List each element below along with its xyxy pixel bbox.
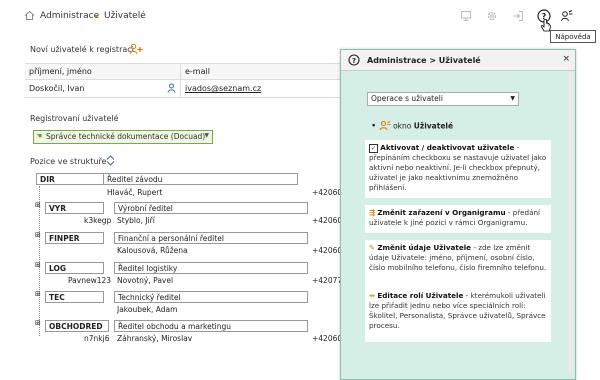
node-person: Novotný, Pavel xyxy=(117,276,174,285)
help-intro: • okno Uživatelé xyxy=(371,120,453,133)
node-position[interactable]: Výrobní ředitel xyxy=(114,202,308,214)
node-position[interactable]: Ředitel závodu xyxy=(104,173,298,185)
node-code[interactable]: FINPER xyxy=(45,232,104,244)
user-roles-icon xyxy=(379,120,391,133)
breadcrumb-current: Uživatelé xyxy=(104,11,146,21)
node-login: k3kegp xyxy=(84,216,112,225)
help-card-title: Aktivovat / deaktivovat uživatele xyxy=(380,143,515,152)
column-header-name: příjmení, jméno xyxy=(29,67,92,76)
table-row[interactable]: Doskočil, Ivan ivados@seznam.cz xyxy=(25,79,345,98)
edit-user-icon: ✎ xyxy=(369,243,376,252)
new-users-title: Noví uživatelé k registraci xyxy=(30,45,134,54)
node-phone: +42077 xyxy=(312,276,343,285)
node-position[interactable]: Technický ředitel xyxy=(114,291,308,303)
node-code[interactable]: TEC xyxy=(45,291,104,303)
node-person: Záhranský, Miroslav xyxy=(117,334,193,343)
chevron-down-icon: ▼ xyxy=(510,95,515,102)
node-person: Styblo, Jiří xyxy=(117,216,155,225)
node-position[interactable]: Ředitel logistiky xyxy=(114,262,308,274)
node-person: Kalousová, Růžena xyxy=(117,246,188,255)
help-card-organigram: ⇶ Změnit zařazení v Organigramu - předán… xyxy=(365,205,551,233)
help-card-title: Změnit údaje Uživatele xyxy=(377,243,472,252)
user-icon[interactable] xyxy=(167,83,176,95)
expand-icon[interactable]: ⊞ xyxy=(35,201,41,209)
monitor-icon[interactable] xyxy=(458,8,474,24)
expand-icon[interactable]: ⊞ xyxy=(35,290,41,298)
expand-icon[interactable]: ⊞ xyxy=(35,261,41,269)
column-header-email: e-mail xyxy=(185,67,210,76)
node-person: Jakoubek, Adam xyxy=(117,305,178,314)
expand-icon[interactable]: ⊞ xyxy=(35,231,41,239)
node-code[interactable]: DIR xyxy=(36,173,104,185)
user-roles-icon[interactable] xyxy=(559,8,575,24)
registered-users-title: Registrovaní uživatelé xyxy=(30,114,119,123)
help-card-edit-user: ✎ Změnit údaje Uživatele - zde lze změni… xyxy=(365,240,551,288)
help-intro-bold: Uživatelé xyxy=(413,121,454,131)
node-code[interactable]: VYR xyxy=(45,202,104,214)
chevron-down-icon: ▼ xyxy=(204,132,209,139)
checkbox-icon: ✓ xyxy=(369,143,378,153)
help-card-title: Změnit zařazení v Organigramu xyxy=(377,208,506,217)
structure-title: Pozice ve struktuře xyxy=(30,157,107,166)
node-code[interactable]: LOG xyxy=(45,262,104,274)
question-icon: ? xyxy=(348,54,360,68)
help-card-activate: ✓ Aktivovat / deaktivovat uživatele - př… xyxy=(365,140,551,198)
top-bar: Administrace ▸ Uživatelé ? xyxy=(0,0,600,32)
node-login: n7nkj6 xyxy=(84,334,110,343)
gear-icon[interactable] xyxy=(484,8,500,24)
help-card-roles: ⇴ Editace rolí Uživatele - kterémukoli u… xyxy=(365,288,551,342)
node-position[interactable]: Ředitel obchodu a marketingu xyxy=(114,320,308,332)
node-login: Pavnew123 xyxy=(68,276,112,285)
help-panel: ? Administrace > Uživatelé × Operace s u… xyxy=(340,49,576,380)
hand-drag-icon: ☚ xyxy=(36,132,43,140)
operations-select-value: Operace s uživateli xyxy=(371,94,443,103)
help-header: ? Administrace > Uživatelé × xyxy=(341,50,575,71)
home-icon[interactable] xyxy=(24,10,35,21)
help-card-title: Editace rolí Uživatele xyxy=(377,291,464,300)
svg-text:?: ? xyxy=(352,57,356,65)
column-divider xyxy=(180,79,181,97)
new-users-header: příjmení, jméno e-mail xyxy=(25,63,345,80)
help-title: Administrace > Uživatelé xyxy=(367,56,481,65)
node-phone: +42060 xyxy=(312,334,343,343)
expand-icon[interactable]: ⊞ xyxy=(35,319,41,327)
add-user-icon[interactable] xyxy=(129,43,143,57)
role-select-value: Správce technické dokumentace (Docuad) xyxy=(46,132,206,141)
operations-select[interactable]: Operace s uživateli ▼ xyxy=(367,92,519,106)
help-scrollbar[interactable] xyxy=(568,72,573,372)
breadcrumb-separator-icon: ▸ xyxy=(95,12,99,20)
new-user-name: Doskočil, Ivan xyxy=(29,84,85,93)
sort-icon[interactable] xyxy=(106,155,115,168)
node-position[interactable]: Finanční a personální ředitel xyxy=(114,232,308,244)
role-select[interactable]: ☚ Správce technické dokumentace (Docuad)… xyxy=(33,130,213,144)
breadcrumb-root[interactable]: Administrace xyxy=(40,11,99,21)
bullet-icon: • xyxy=(371,121,377,132)
node-person: Hlaváč, Rupert xyxy=(107,188,163,197)
column-divider xyxy=(180,64,181,79)
roles-icon: ⇴ xyxy=(369,291,376,300)
new-user-email[interactable]: ivados@seznam.cz xyxy=(185,84,261,93)
move-icon: ⇶ xyxy=(369,208,376,217)
node-code[interactable]: OBCHODRED xyxy=(45,320,109,332)
help-intro-text: okno xyxy=(393,121,412,131)
logout-icon[interactable] xyxy=(510,8,526,24)
help-tooltip: Nápověda xyxy=(550,30,596,43)
close-icon[interactable]: × xyxy=(562,54,570,64)
